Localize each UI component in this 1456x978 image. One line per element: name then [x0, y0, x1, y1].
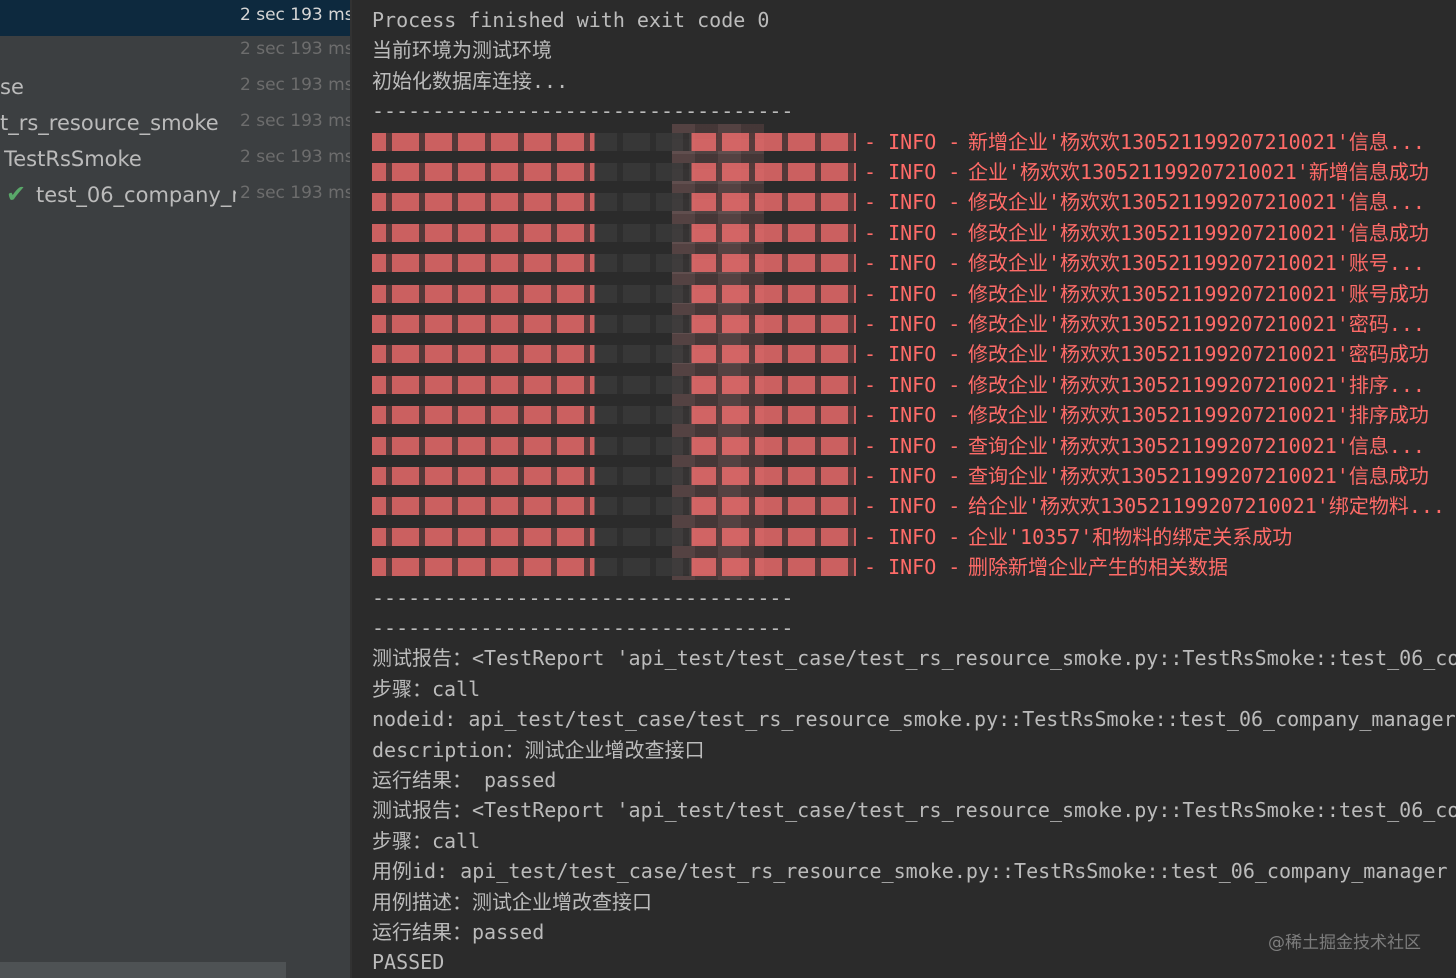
redacted-timestamp [372, 163, 856, 181]
log-line: - INFO - 修改企业'杨欢欢130521199207210021'排序成功 [352, 400, 1456, 430]
redacted-timestamp [372, 254, 856, 272]
tree-row[interactable]: t_rs_resource_smoke 2 sec 193 ms [0, 106, 350, 142]
redacted-timestamp [372, 467, 856, 485]
console-line: Process finished with exit code 0 [372, 8, 770, 32]
log-line: - INFO - 企业'杨欢欢130521199207210021'新增信息成功 [352, 157, 1456, 187]
redacted-timestamp [372, 224, 856, 242]
log-message: 修改企业'杨欢欢130521199207210021'账号成功 [968, 282, 1429, 306]
log-level: - INFO - [864, 464, 961, 488]
log-message: 修改企业'杨欢欢130521199207210021'密码成功 [968, 342, 1429, 366]
tree-row[interactable]: se 2 sec 193 ms [0, 70, 350, 106]
log-level: - INFO - [864, 130, 961, 154]
log-message: 修改企业'杨欢欢130521199207210021'账号... [968, 251, 1425, 275]
log-line: - INFO - 给企业'杨欢欢130521199207210021'绑定物料..… [352, 491, 1456, 521]
tree-row[interactable]: TestRsSmoke 2 sec 193 ms [0, 142, 350, 178]
console-line: 初始化数据库连接... [372, 69, 569, 93]
log-level: - INFO - [864, 342, 961, 366]
tree-row[interactable]: 2 sec 193 ms [0, 34, 350, 70]
redacted-timestamp [372, 558, 856, 576]
log-message: 新增企业'杨欢欢130521199207210021'信息... [968, 130, 1425, 154]
log-message: 给企业'杨欢欢130521199207210021'绑定物料... [968, 494, 1445, 518]
log-message: 修改企业'杨欢欢130521199207210021'排序... [968, 373, 1425, 397]
log-line: - INFO - 修改企业'杨欢欢130521199207210021'账号成功 [352, 279, 1456, 309]
tree-row-duration: 2 sec 193 ms [240, 183, 350, 203]
tree-row-label: TestRsSmoke [4, 147, 142, 171]
console-output: Process finished with exit code 0 当前环境为测试… [352, 0, 1456, 978]
log-line: - INFO - 修改企业'杨欢欢130521199207210021'信息... [352, 187, 1456, 217]
separator-line: ----------------------------------- [372, 99, 794, 123]
log-line: - INFO - 查询企业'杨欢欢130521199207210021'信息... [352, 431, 1456, 461]
log-level: - INFO - [864, 221, 961, 245]
report-line: 用例描述：测试企业增改查接口 [372, 890, 652, 914]
log-level: - INFO - [864, 190, 961, 214]
report-line: description：测试企业增改查接口 [372, 738, 705, 762]
log-level: - INFO - [864, 403, 961, 427]
redacted-timestamp [372, 285, 856, 303]
log-line: - INFO - 修改企业'杨欢欢130521199207210021'账号... [352, 248, 1456, 278]
tree-row-duration: 2 sec 193 ms [240, 111, 350, 131]
redacted-timestamp [372, 193, 856, 211]
report-line: 步骤：call [372, 677, 481, 701]
log-message: 企业'10357'和物料的绑定关系成功 [968, 525, 1293, 549]
report-line: 运行结果： passed [372, 768, 557, 792]
log-level: - INFO - [864, 312, 961, 336]
log-line: - INFO - 修改企业'杨欢欢130521199207210021'密码... [352, 309, 1456, 339]
log-line: - INFO - 修改企业'杨欢欢130521199207210021'排序... [352, 370, 1456, 400]
redacted-timestamp [372, 528, 856, 546]
redacted-timestamp [372, 315, 856, 333]
log-line: - INFO - 查询企业'杨欢欢130521199207210021'信息成功 [352, 461, 1456, 491]
report-line: 步骤：call [372, 829, 481, 853]
tree-row[interactable]: ✔ test_06_company_ma2 sec 193 ms [0, 178, 350, 214]
tree-row-duration: 2 sec 193 ms [240, 147, 350, 167]
tree-row-duration: 2 sec 193 ms [240, 5, 350, 25]
report-line: nodeid: api_test/test_case/test_rs_resou… [372, 707, 1456, 731]
report-line: 用例id: api_test/test_case/test_rs_resourc… [372, 859, 1448, 883]
report-line: 测试报告：<TestReport 'api_test/test_case/tes… [372, 798, 1456, 822]
log-level: - INFO - [864, 160, 961, 184]
log-line: - INFO - 修改企业'杨欢欢130521199207210021'信息成功 [352, 218, 1456, 248]
tree-row-label: t_rs_resource_smoke [0, 111, 219, 135]
test-tree-panel: 2 sec 193 ms 2 sec 193 ms se 2 sec 193 ms t_… [0, 0, 350, 978]
report-line: PASSED [372, 950, 445, 974]
log-line: - INFO - 删除新增企业产生的相关数据 [352, 552, 1456, 582]
log-message: 修改企业'杨欢欢130521199207210021'密码... [968, 312, 1425, 336]
log-level: - INFO - [864, 373, 961, 397]
log-line: - INFO - 修改企业'杨欢欢130521199207210021'密码成功 [352, 339, 1456, 369]
redacted-timestamp [372, 345, 856, 363]
tree-row-label: test_06_company_ma [36, 183, 236, 207]
log-line: - INFO - 企业'10357'和物料的绑定关系成功 [352, 522, 1456, 552]
log-level: - INFO - [864, 555, 961, 579]
log-message: 企业'杨欢欢130521199207210021'新增信息成功 [968, 160, 1429, 184]
redacted-timestamp [372, 133, 856, 151]
redacted-timestamp [372, 376, 856, 394]
log-level: - INFO - [864, 525, 961, 549]
log-message: 查询企业'杨欢欢130521199207210021'信息... [968, 434, 1425, 458]
log-message: 修改企业'杨欢欢130521199207210021'排序成功 [968, 403, 1429, 427]
separator-line: ----------------------------------- [372, 586, 794, 610]
horizontal-scrollbar[interactable] [0, 962, 286, 978]
log-line: - INFO - 新增企业'杨欢欢130521199207210021'信息... [352, 127, 1456, 157]
separator-line: ----------------------------------- [372, 616, 794, 640]
check-icon: ✔ [6, 180, 27, 208]
tree-row-duration: 2 sec 193 ms [240, 39, 350, 59]
report-line: 运行结果：passed [372, 920, 545, 944]
tree-row[interactable]: 2 sec 193 ms [0, 0, 350, 36]
log-level: - INFO - [864, 251, 961, 275]
tree-row-label: se [0, 75, 24, 99]
log-message: 删除新增企业产生的相关数据 [968, 555, 1228, 579]
log-message: 修改企业'杨欢欢130521199207210021'信息成功 [968, 221, 1429, 245]
report-line: 测试报告：<TestReport 'api_test/test_case/tes… [372, 646, 1456, 670]
log-message: 查询企业'杨欢欢130521199207210021'信息成功 [968, 464, 1429, 488]
log-level: - INFO - [864, 282, 961, 306]
log-level: - INFO - [864, 434, 961, 458]
redacted-timestamp [372, 497, 856, 515]
console-line: 当前环境为测试环境 [372, 38, 552, 62]
redacted-timestamp [372, 406, 856, 424]
log-level: - INFO - [864, 494, 961, 518]
redacted-timestamp [372, 437, 856, 455]
watermark: @稀土掘金技术社区 [1268, 933, 1421, 953]
tree-row-duration: 2 sec 193 ms [240, 75, 350, 95]
log-message: 修改企业'杨欢欢130521199207210021'信息... [968, 190, 1425, 214]
